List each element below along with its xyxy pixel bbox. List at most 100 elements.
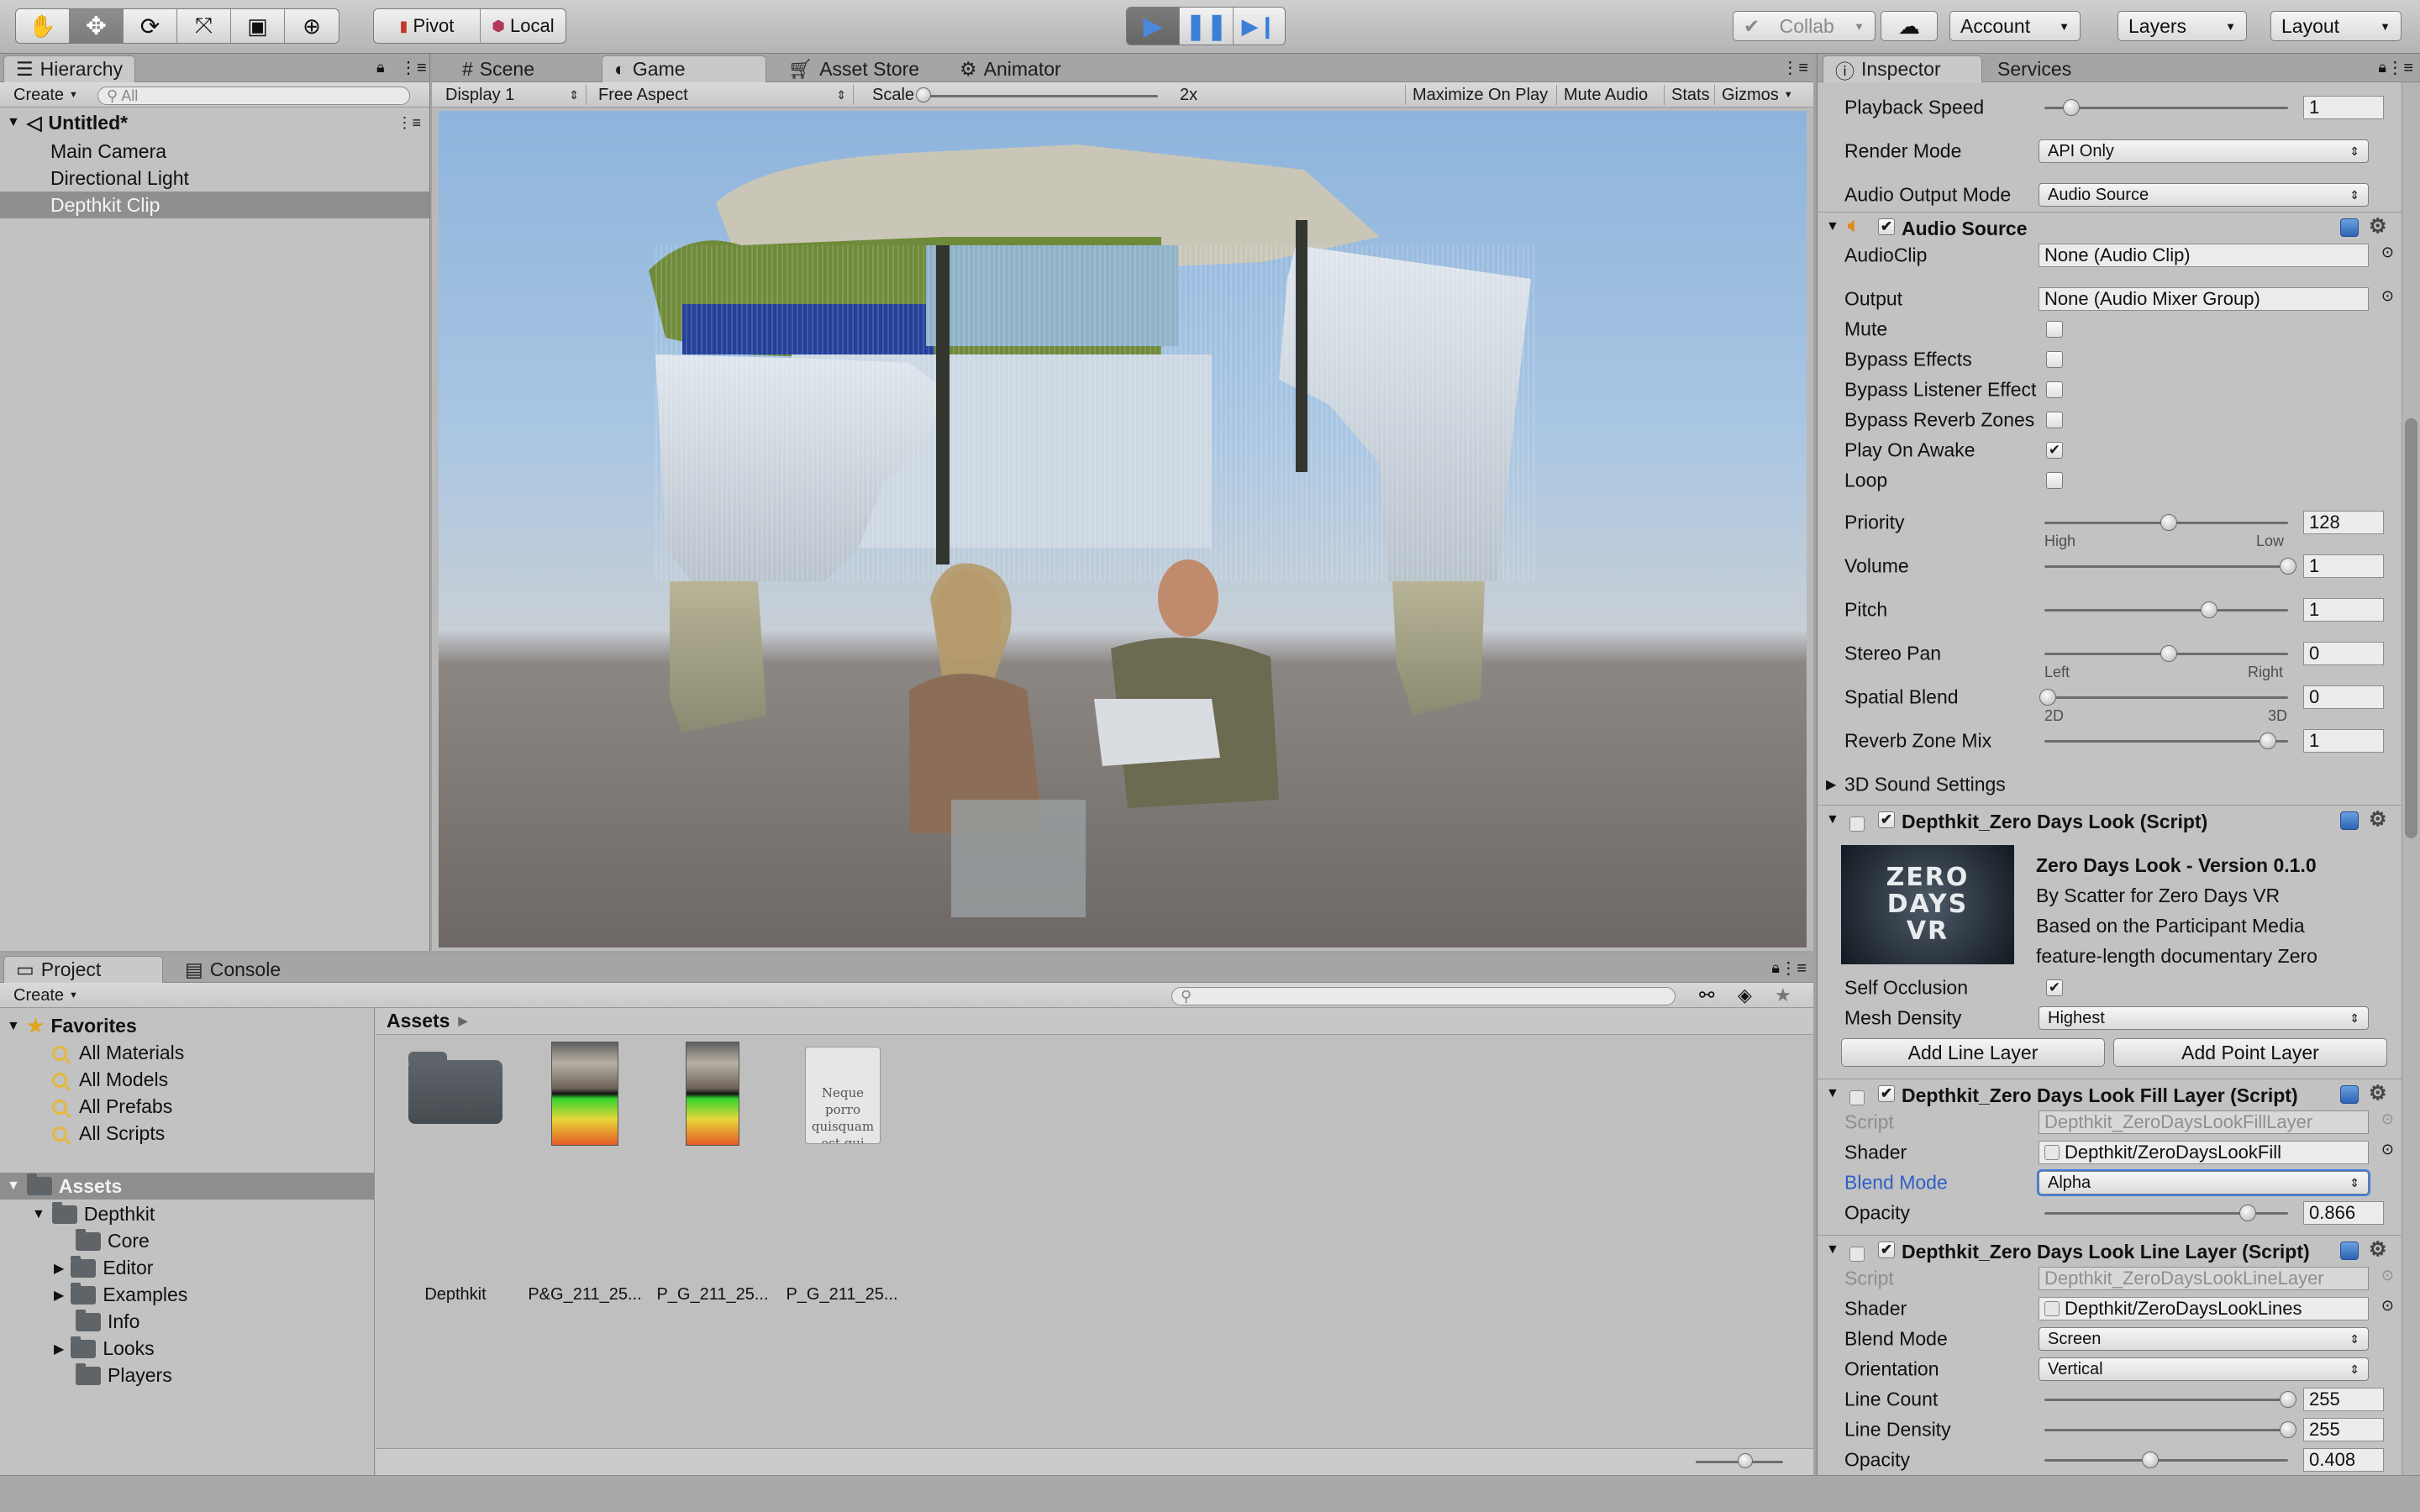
tab-services[interactable]: Services <box>1986 55 2083 82</box>
favorites-header[interactable]: ▼ ★ Favorites <box>7 1015 137 1037</box>
mesh-density-dropdown[interactable]: Highest ⇕ <box>2039 1006 2369 1030</box>
gear-icon[interactable]: ⚙ <box>2369 807 2387 832</box>
video-thumb[interactable] <box>551 1042 618 1146</box>
spatial-blend-field[interactable]: 0 <box>2303 685 2384 709</box>
pitch-field[interactable]: 1 <box>2303 598 2384 622</box>
tab-project[interactable]: ▭ Project <box>3 956 163 983</box>
text-asset-thumb[interactable]: Neque porro quisquam est qui dolorem. <box>805 1047 881 1144</box>
asset-label[interactable]: P_G_211_25... <box>654 1285 771 1305</box>
panel-menu-icon[interactable]: ⋮≡ <box>1781 57 1808 78</box>
line-count-track[interactable] <box>2044 1399 2288 1401</box>
scale-slider-knob[interactable] <box>916 87 931 102</box>
favorite-item[interactable]: All Prefabs <box>52 1095 172 1118</box>
tree-folder-info[interactable]: Info <box>76 1309 139 1333</box>
audio-source-enabled-checkbox[interactable]: ✔ <box>1878 218 1895 235</box>
spatial-blend-knob[interactable] <box>2039 689 2056 706</box>
panel-menu-icon[interactable]: ⋮≡ <box>400 57 427 78</box>
line-layer-header[interactable]: ▼ ✔ Depthkit_Zero Days Look Line Layer (… <box>1818 1235 2402 1265</box>
filter-type-icon[interactable]: ⚯ <box>1699 984 1714 1006</box>
pause-button[interactable]: ❚❚ <box>1180 8 1234 45</box>
tab-hierarchy[interactable]: ☰ Hierarchy <box>3 55 136 82</box>
scale-slider-track[interactable] <box>923 95 1158 97</box>
line-blend-mode-dropdown[interactable]: Screen ⇕ <box>2039 1327 2369 1351</box>
cloud-button[interactable]: ☁ <box>1881 11 1938 41</box>
reverb-zone-mix-knob[interactable] <box>2260 732 2276 749</box>
hierarchy-item[interactable]: Main Camera <box>0 138 429 165</box>
move-tool-button[interactable]: ✥ <box>70 9 124 43</box>
asset-label[interactable]: P&G_211_25... <box>526 1285 644 1305</box>
panel-menu-icon[interactable]: ⋮≡ <box>1780 958 1807 979</box>
asset-label[interactable]: Depthkit <box>397 1285 514 1305</box>
priority-field[interactable]: 128 <box>2303 511 2384 534</box>
pitch-knob[interactable] <box>2201 601 2217 618</box>
line-count-knob[interactable] <box>2280 1391 2296 1408</box>
mute-audio-toggle[interactable]: Mute Audio <box>1556 85 1655 105</box>
foldout-arrow-icon[interactable]: ▼ <box>1826 1242 1839 1257</box>
line-density-field[interactable]: 255 <box>2303 1418 2384 1441</box>
layers-dropdown[interactable]: Layers ▼ <box>2118 11 2247 41</box>
help-book-icon[interactable] <box>2340 1242 2359 1260</box>
hierarchy-search-input[interactable]: ⚲ All <box>97 87 410 105</box>
volume-field[interactable]: 1 <box>2303 554 2384 578</box>
asset-label[interactable]: P_G_211_25... <box>783 1285 901 1305</box>
reverb-zone-mix-field[interactable]: 1 <box>2303 729 2384 753</box>
favorite-item[interactable]: All Scripts <box>52 1122 165 1145</box>
reverb-zone-mix-track[interactable] <box>2044 740 2288 743</box>
line-opacity-knob[interactable] <box>2142 1452 2159 1468</box>
local-button[interactable]: ⬢ Local <box>481 9 566 43</box>
help-book-icon[interactable] <box>2340 1085 2359 1104</box>
look-enabled-checkbox[interactable]: ✔ <box>1878 811 1895 828</box>
hand-tool-button[interactable]: ✋ <box>16 9 70 43</box>
asset-folder-thumb[interactable] <box>408 1050 502 1126</box>
play-on-awake-checkbox[interactable]: ✔ <box>2046 442 2063 459</box>
add-line-layer-button[interactable]: Add Line Layer <box>1841 1038 2105 1067</box>
filter-label-icon[interactable]: ◈ <box>1738 984 1752 1006</box>
transform-tool-button[interactable]: ⊕ <box>285 9 339 43</box>
audio-output-mode-dropdown[interactable]: Audio Source ⇕ <box>2039 183 2369 207</box>
inspector-scrollbar-thumb[interactable] <box>2405 418 2417 838</box>
lock-icon[interactable]: 🔒︎ <box>376 59 385 76</box>
gear-icon[interactable]: ⚙ <box>2369 1237 2387 1262</box>
sound-settings-foldout[interactable]: ▶ 3D Sound Settings <box>1818 769 2402 800</box>
self-occlusion-checkbox[interactable]: ✔ <box>2046 979 2063 996</box>
mute-checkbox[interactable] <box>2046 321 2063 338</box>
scene-row[interactable]: ▼ ◁ Untitled* ⋮≡ <box>0 109 429 136</box>
hierarchy-item[interactable]: Directional Light <box>0 165 429 192</box>
maximize-on-play-toggle[interactable]: Maximize On Play <box>1405 85 1555 105</box>
stereo-pan-knob[interactable] <box>2160 645 2177 662</box>
gizmos-dropdown[interactable]: Gizmos ▼ <box>1714 85 1800 105</box>
favorite-item[interactable]: All Materials <box>52 1042 184 1064</box>
bypass-reverb-checkbox[interactable] <box>2046 412 2063 428</box>
look-script-header[interactable]: ▼ ✔ Depthkit_Zero Days Look (Script) ⚙ <box>1818 805 2402 835</box>
gear-icon[interactable]: ⚙ <box>2369 214 2387 239</box>
stats-toggle[interactable]: Stats <box>1664 85 1717 105</box>
object-picker-icon[interactable]: ⊙ <box>2381 244 2394 261</box>
playback-speed-track[interactable] <box>2044 107 2288 109</box>
fill-opacity-field[interactable]: 0.866 <box>2303 1201 2384 1225</box>
render-mode-dropdown[interactable]: API Only ⇕ <box>2039 139 2369 163</box>
tree-folder-looks[interactable]: ▶ Looks <box>54 1336 155 1360</box>
gear-icon[interactable]: ⚙ <box>2369 1081 2387 1105</box>
project-create-button[interactable]: Create ▼ <box>7 985 85 1005</box>
foldout-arrow-icon[interactable]: ▼ <box>1826 1086 1839 1101</box>
tree-folder-examples[interactable]: ▶ Examples <box>54 1282 187 1306</box>
tree-folder-depthkit[interactable]: ▼ Depthkit <box>32 1201 155 1226</box>
volume-knob[interactable] <box>2280 558 2296 575</box>
object-picker-icon[interactable]: ⊙ <box>2381 1297 2394 1315</box>
scale-tool-button[interactable]: ⤧ <box>177 9 231 43</box>
foldout-arrow-icon[interactable]: ▼ <box>1826 219 1839 234</box>
rotate-tool-button[interactable]: ⟳ <box>124 9 177 43</box>
loop-checkbox[interactable] <box>2046 472 2063 489</box>
line-shader-field[interactable]: Depthkit/ZeroDaysLookLines <box>2039 1297 2369 1320</box>
help-book-icon[interactable] <box>2340 811 2359 830</box>
playback-speed-knob[interactable] <box>2063 99 2080 116</box>
output-field[interactable]: None (Audio Mixer Group) <box>2039 287 2369 311</box>
panel-menu-icon[interactable]: ⋮≡ <box>2386 57 2413 78</box>
assets-folder[interactable]: ▼ Assets <box>0 1173 375 1200</box>
tree-folder-editor[interactable]: ▶ Editor <box>54 1255 153 1279</box>
tree-folder-players[interactable]: Players <box>76 1362 172 1387</box>
volume-track[interactable] <box>2044 565 2288 568</box>
line-opacity-field[interactable]: 0.408 <box>2303 1448 2384 1472</box>
line-layer-enabled-checkbox[interactable]: ✔ <box>1878 1242 1895 1258</box>
play-button[interactable]: ▶ <box>1127 8 1181 45</box>
